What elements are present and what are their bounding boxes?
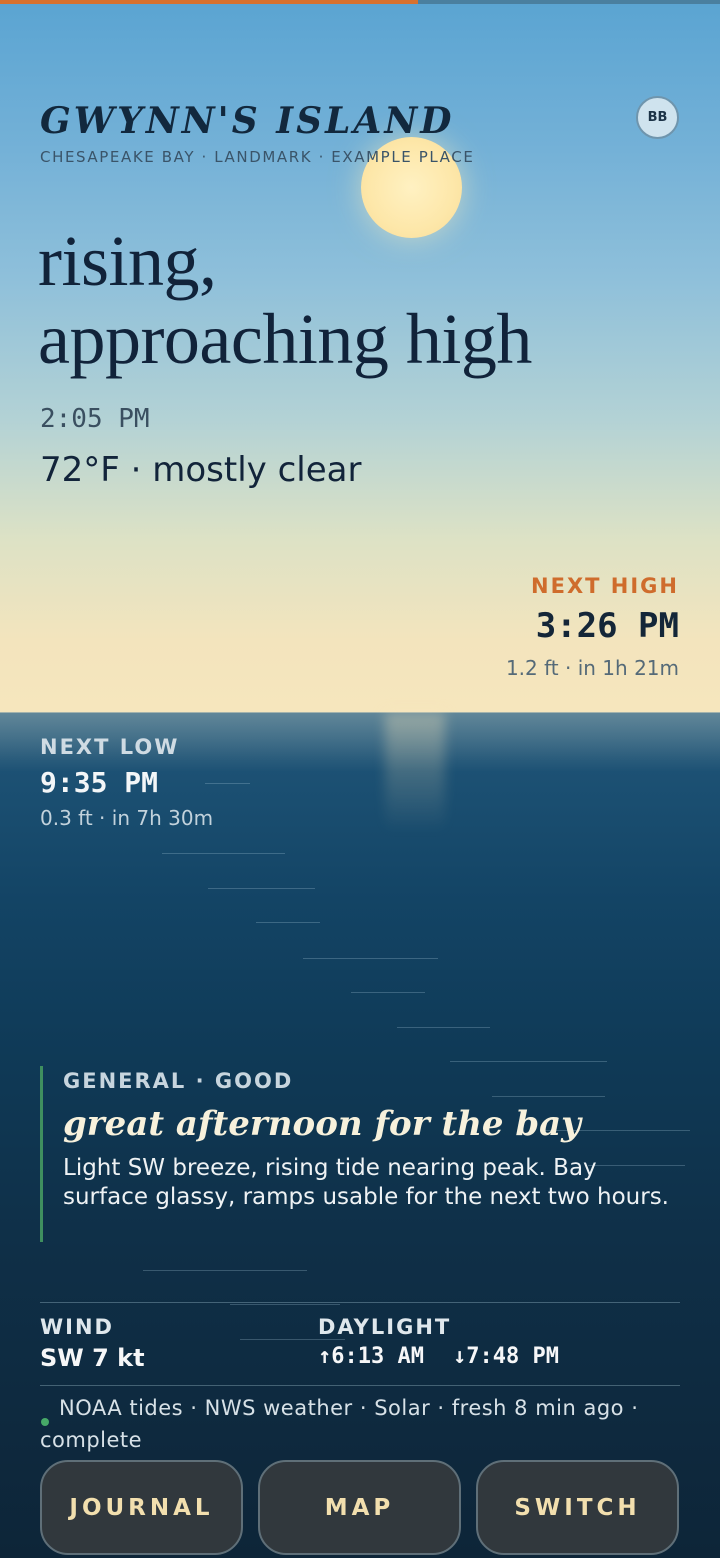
weather-summary: 72°F · mostly clear: [40, 450, 362, 490]
next-low-detail: 0.3 ft · in 7h 30m: [40, 806, 214, 830]
next-high-label: NEXT HIGH: [531, 574, 679, 598]
wave-line: [351, 992, 425, 993]
current-time: 2:05 PM: [40, 404, 150, 434]
report-title: great afternoon for the bay: [63, 1104, 581, 1144]
wave-line: [230, 1304, 340, 1305]
wave-line: [205, 783, 250, 784]
next-high-detail: 1.2 ft · in 1h 21m: [505, 656, 679, 680]
wave-line: [492, 1096, 605, 1097]
report-accent-bar: [40, 1066, 43, 1242]
wave-line: [240, 1339, 345, 1340]
place-subtitle: CHESAPEAKE BAY · LANDMARK · EXAMPLE PLAC…: [40, 148, 475, 166]
wind-label: WIND: [40, 1315, 114, 1339]
report-category: GENERAL · GOOD: [63, 1069, 294, 1093]
tide-headline: rising, approaching high: [38, 222, 698, 378]
stats-divider-top: [40, 1302, 680, 1303]
next-low-time: 9:35 PM: [40, 766, 159, 799]
loading-progress-fill: [0, 0, 418, 4]
wave-line: [397, 1027, 490, 1028]
sunrise-time: ↑6:13 AM: [318, 1344, 424, 1369]
user-avatar[interactable]: BB: [636, 96, 679, 139]
report-body: Light SW breeze, rising tide nearing pea…: [63, 1155, 669, 1210]
wave-line: [303, 958, 438, 959]
next-low-label: NEXT LOW: [40, 735, 180, 759]
wind-value: SW 7 kt: [40, 1344, 145, 1372]
switch-button[interactable]: SWITCH: [476, 1460, 679, 1555]
daylight-label: DAYLIGHT: [318, 1315, 452, 1339]
wave-line: [450, 1061, 607, 1062]
journal-button[interactable]: JOURNAL: [40, 1460, 243, 1555]
place-title: GWYNN'S ISLAND: [40, 100, 455, 142]
data-sources-status: NOAA tides · NWS weather · Solar · fresh…: [40, 1396, 639, 1452]
sunset-time: ↓7:48 PM: [453, 1344, 559, 1369]
loading-progress-track: [0, 0, 720, 4]
tide-headline-line2: approaching high: [38, 299, 532, 379]
wave-line: [143, 1270, 307, 1271]
wave-line: [162, 853, 285, 854]
wave-line: [208, 888, 315, 889]
tide-headline-line1: rising,: [38, 221, 217, 301]
map-button[interactable]: MAP: [258, 1460, 461, 1555]
sun-reflection: [385, 712, 445, 832]
wave-line: [256, 922, 320, 923]
next-high-time: 3:26 PM: [535, 606, 679, 646]
stats-divider-bottom: [40, 1385, 680, 1386]
